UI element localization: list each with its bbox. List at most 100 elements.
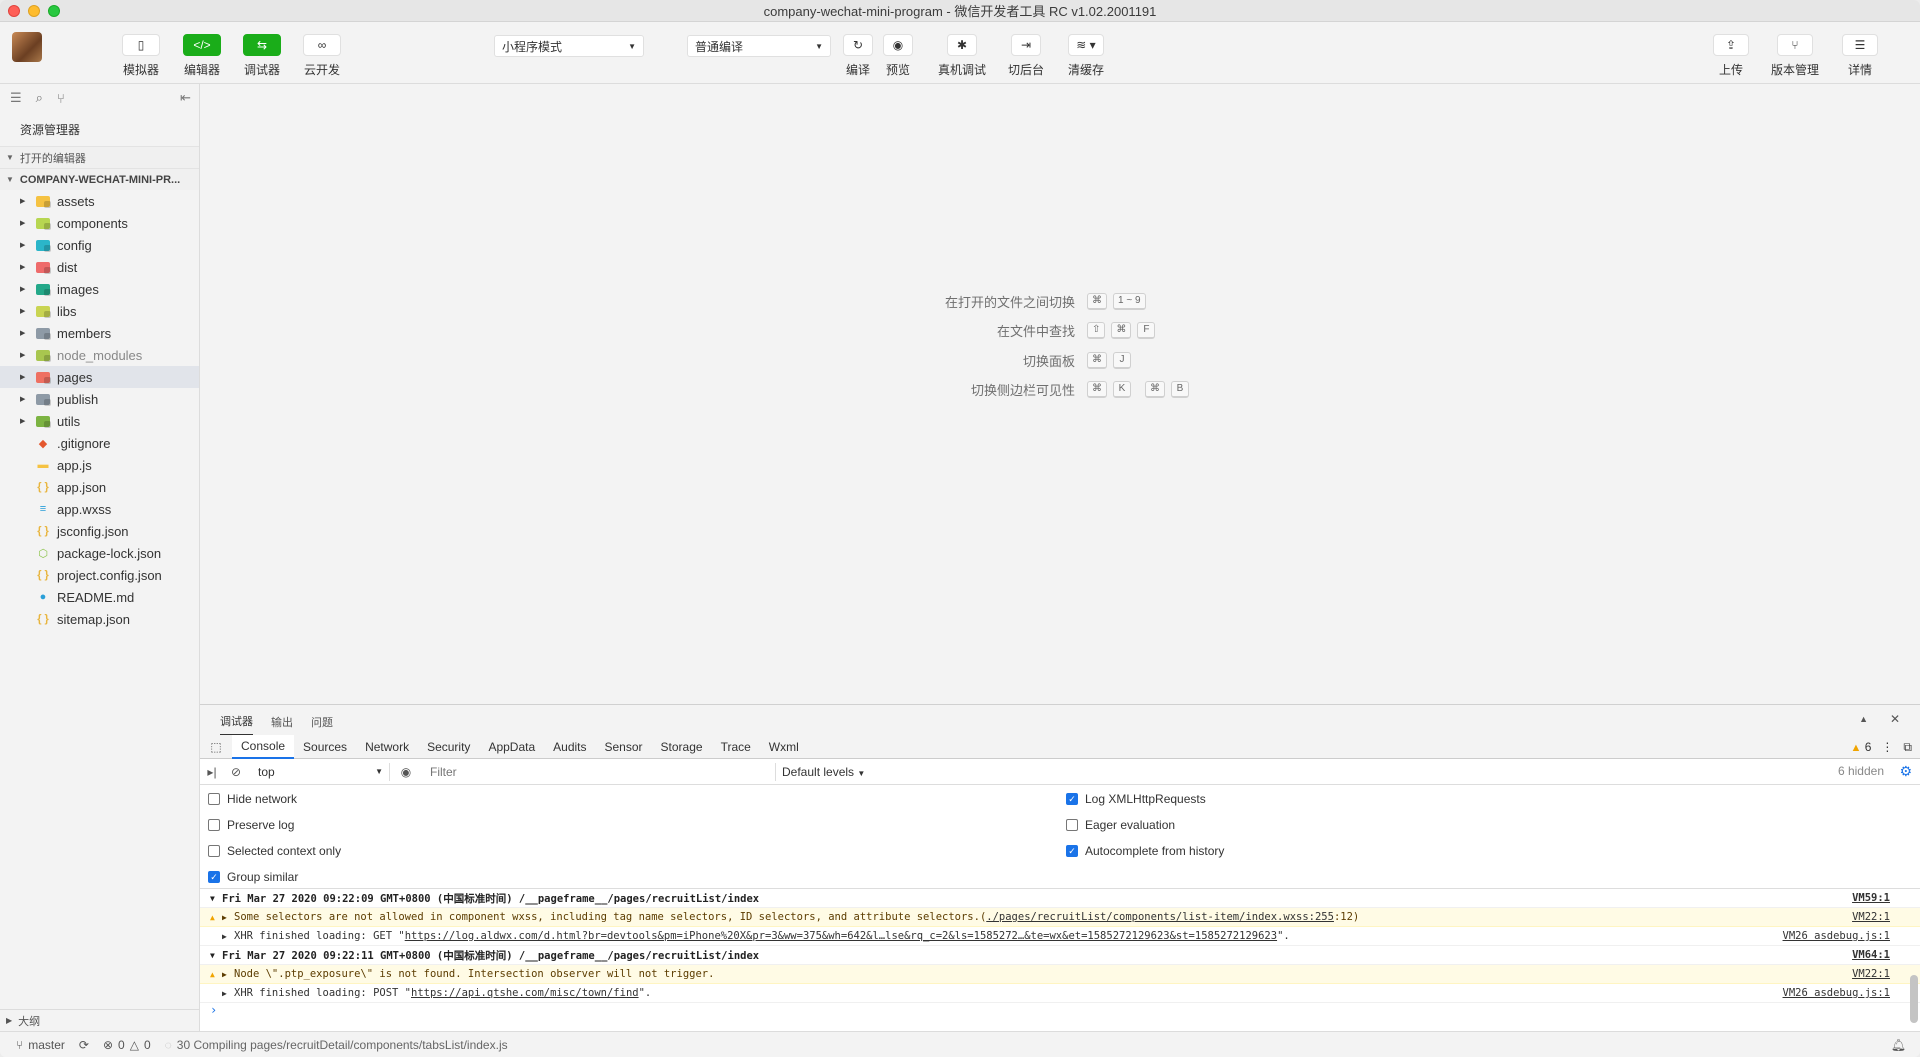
tab-sensor[interactable]: Sensor: [596, 735, 652, 759]
console-prompt[interactable]: ›: [200, 1003, 1920, 1021]
version-button[interactable]: ⑂ 版本管理: [1767, 34, 1823, 78]
setting-checkbox[interactable]: ✓ Autocomplete from history: [1066, 844, 1224, 858]
tree-file[interactable]: { } project.config.json: [0, 564, 199, 586]
tree-folder[interactable]: ▶ components: [0, 212, 199, 234]
background-button[interactable]: ⇥ 切后台: [998, 34, 1054, 78]
remote-debug-button[interactable]: ✱ 真机调试: [934, 34, 990, 78]
tab-wxml[interactable]: Wxml: [760, 735, 808, 759]
sync-icon[interactable]: ⟳: [79, 1038, 89, 1052]
checkbox-icon[interactable]: [208, 793, 220, 805]
open-editors-section[interactable]: ▼ 打开的编辑器: [0, 146, 199, 168]
checkbox-checked-icon[interactable]: ✓: [208, 871, 220, 883]
tree-file[interactable]: ● README.md: [0, 586, 199, 608]
log-xhr-row[interactable]: ▶ XHR finished loading: POST " https://ap…: [200, 984, 1920, 1003]
outline-section[interactable]: ▶ 大纲: [0, 1009, 200, 1031]
setting-checkbox[interactable]: Eager evaluation: [1066, 818, 1175, 832]
tree-file[interactable]: ◆ .gitignore: [0, 432, 199, 454]
search-icon[interactable]: ⌕: [36, 90, 43, 106]
undock-icon[interactable]: ⧉: [1903, 740, 1912, 755]
tab-appdata[interactable]: AppData: [479, 735, 544, 759]
source-link[interactable]: VM22:1: [1846, 968, 1890, 980]
console-scrollbar[interactable]: [1910, 975, 1918, 1023]
context-select[interactable]: top ▼: [254, 762, 390, 781]
tree-file[interactable]: { } sitemap.json: [0, 608, 199, 630]
log-group-header[interactable]: ▼ Fri Mar 27 2020 09:22:11 GMT+0800 (中国标…: [200, 946, 1920, 965]
checkbox-checked-icon[interactable]: ✓: [1066, 793, 1078, 805]
setting-checkbox[interactable]: ✓ Log XMLHttpRequests: [1066, 792, 1206, 806]
source-link[interactable]: VM59:1: [1846, 892, 1890, 904]
tree-file[interactable]: ▬ app.js: [0, 454, 199, 476]
close-icon[interactable]: ✕: [1890, 712, 1900, 726]
avatar[interactable]: [12, 32, 42, 62]
tab-storage[interactable]: Storage: [652, 735, 712, 759]
checkbox-icon[interactable]: [208, 845, 220, 857]
log-xhr-row[interactable]: ▶ XHR finished loading: GET " https://log…: [200, 927, 1920, 946]
tree-folder[interactable]: ▶ pages: [0, 366, 199, 388]
tree-folder[interactable]: ▶ config: [0, 234, 199, 256]
close-window-button[interactable]: [8, 5, 20, 17]
more-options-icon[interactable]: ⋮: [1881, 740, 1893, 754]
eye-icon[interactable]: ◉: [394, 765, 418, 779]
problems-status[interactable]: ⊗ 0 △ 0: [103, 1038, 151, 1052]
tree-folder[interactable]: ▶ assets: [0, 190, 199, 212]
tree-folder[interactable]: ▶ images: [0, 278, 199, 300]
tab-network[interactable]: Network: [356, 735, 418, 759]
checkbox-checked-icon[interactable]: ✓: [1066, 845, 1078, 857]
zoom-window-button[interactable]: [48, 5, 60, 17]
details-button[interactable]: ☰ 详情: [1832, 34, 1888, 78]
clear-cache-button[interactable]: ≋ ▾ 清缓存: [1058, 34, 1114, 78]
collapse-panel-icon[interactable]: ▲: [1859, 714, 1868, 724]
file-link[interactable]: ./pages/recruitList/components/list-item…: [986, 911, 1334, 923]
setting-checkbox[interactable]: Hide network: [208, 792, 297, 806]
source-link[interactable]: VM22:1: [1846, 911, 1890, 923]
inspect-element-icon[interactable]: ⬚: [200, 740, 232, 754]
log-levels-dropdown[interactable]: Default levels ▼: [782, 765, 865, 779]
warning-counter[interactable]: ▲ 6: [1851, 740, 1872, 754]
tab-problems[interactable]: 问题: [311, 706, 333, 735]
mode-select[interactable]: 小程序模式 ▼: [494, 35, 644, 57]
source-link[interactable]: VM26 asdebug.js:1: [1777, 930, 1890, 942]
minimize-window-button[interactable]: [28, 5, 40, 17]
list-icon[interactable]: ☰: [10, 90, 22, 106]
git-branch-status[interactable]: ⑂ master: [16, 1038, 65, 1052]
cloud-button[interactable]: ∞ 云开发: [294, 34, 350, 78]
collapse-sidebar-icon[interactable]: ⇤: [180, 90, 191, 106]
tab-output[interactable]: 输出: [271, 706, 293, 735]
tab-security[interactable]: Security: [418, 735, 479, 759]
setting-checkbox[interactable]: ✓ Group similar: [208, 870, 298, 884]
source-link[interactable]: VM26 asdebug.js:1: [1777, 987, 1890, 999]
sidebar-toggle-icon[interactable]: ▸|: [200, 765, 224, 779]
project-section[interactable]: ▼ COMPANY-WECHAT-MINI-PR...: [0, 168, 199, 190]
log-warning-row[interactable]: ▲ ▶ Node \".ptp_exposure\" is not found.…: [200, 965, 1920, 984]
tree-file[interactable]: { } app.json: [0, 476, 199, 498]
checkbox-icon[interactable]: [208, 819, 220, 831]
clear-console-icon[interactable]: ⊘: [224, 765, 248, 779]
compile-mode-select[interactable]: 普通编译 ▼: [687, 35, 831, 57]
filter-input[interactable]: [426, 762, 776, 781]
upload-button[interactable]: ⇪ 上传: [1703, 34, 1759, 78]
tree-folder[interactable]: ▶ node_modules: [0, 344, 199, 366]
tree-file[interactable]: { } jsconfig.json: [0, 520, 199, 542]
debugger-button[interactable]: ⇆ 调试器: [234, 34, 290, 78]
gear-icon[interactable]: ⚙: [1899, 763, 1912, 780]
tab-sources[interactable]: Sources: [294, 735, 356, 759]
tab-audits[interactable]: Audits: [544, 735, 595, 759]
tree-file[interactable]: ≡ app.wxss: [0, 498, 199, 520]
preview-button[interactable]: ◉ 预览: [870, 34, 926, 78]
tab-trace[interactable]: Trace: [712, 735, 760, 759]
setting-checkbox[interactable]: Preserve log: [208, 818, 294, 832]
git-branch-icon[interactable]: ⑂: [57, 91, 65, 106]
setting-checkbox[interactable]: Selected context only: [208, 844, 341, 858]
log-group-header[interactable]: ▼ Fri Mar 27 2020 09:22:09 GMT+0800 (中国标…: [200, 889, 1920, 908]
simulator-button[interactable]: ▯ 模拟器: [113, 34, 169, 78]
tab-debugger[interactable]: 调试器: [220, 705, 253, 736]
tree-folder[interactable]: ▶ dist: [0, 256, 199, 278]
tree-folder[interactable]: ▶ publish: [0, 388, 199, 410]
bell-icon[interactable]: 🔔︎: [1891, 1038, 1906, 1052]
tree-folder[interactable]: ▶ members: [0, 322, 199, 344]
url-link[interactable]: https://api.qtshe.com/misc/town/find: [411, 987, 639, 999]
tree-file[interactable]: ⬡ package-lock.json: [0, 542, 199, 564]
checkbox-icon[interactable]: [1066, 819, 1078, 831]
editor-button[interactable]: </> 编辑器: [174, 34, 230, 78]
tab-console[interactable]: Console: [232, 734, 295, 759]
